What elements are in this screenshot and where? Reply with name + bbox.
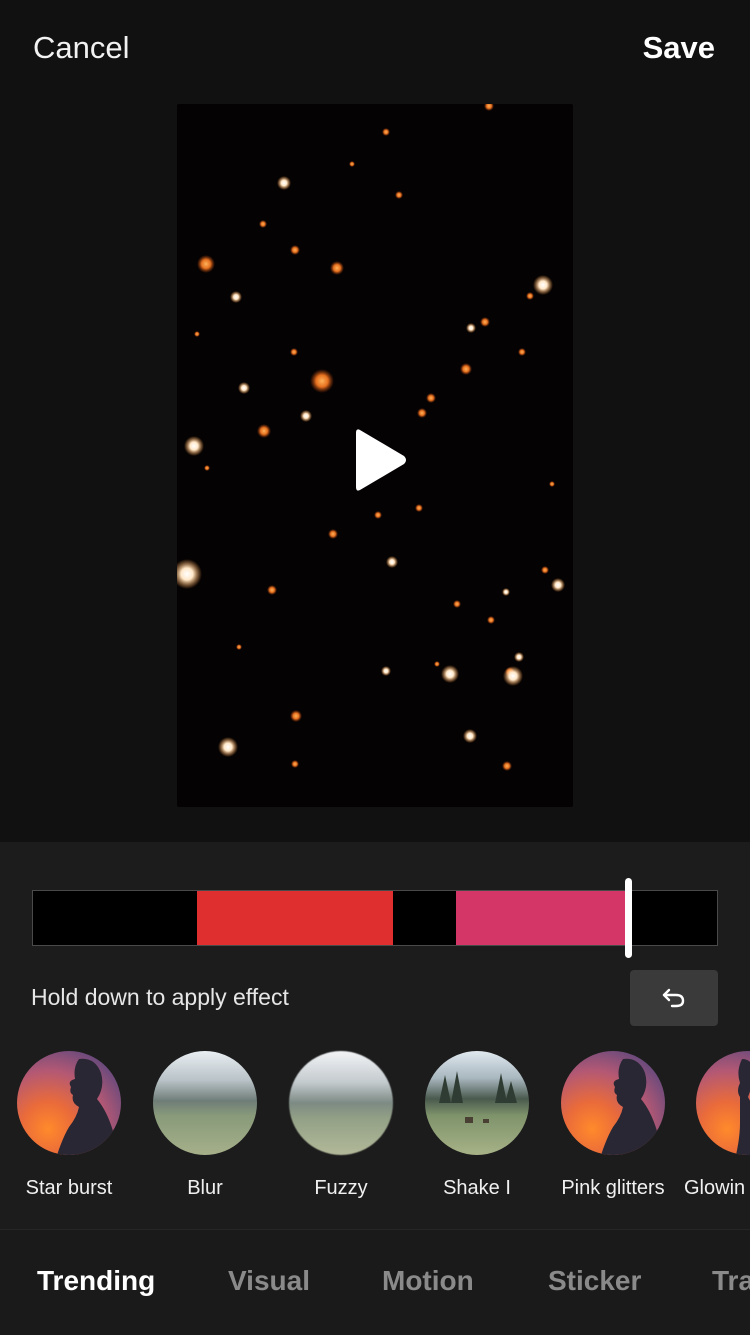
effect-thumbnail (289, 1051, 393, 1155)
undo-icon (662, 988, 685, 1008)
effect-timeline[interactable] (32, 890, 718, 946)
effect-label: Shake I (443, 1177, 511, 1199)
effect-item-blur[interactable]: Blur (137, 1050, 273, 1200)
effect-thumbnail (561, 1051, 665, 1155)
effect-item-pink-glitters[interactable]: Pink glitters (545, 1050, 681, 1200)
effect-item-shake[interactable]: Shake I (409, 1050, 545, 1200)
save-button[interactable]: Save (643, 30, 715, 66)
effect-label: Blur (187, 1177, 223, 1199)
play-icon[interactable] (338, 420, 418, 500)
effect-item-glowing[interactable]: Glowin (681, 1050, 750, 1200)
effect-thumbnail (153, 1051, 257, 1155)
effect-label: Fuzzy (314, 1177, 368, 1199)
tab-motion[interactable]: Motion (382, 1265, 474, 1297)
effect-thumbnail (696, 1051, 750, 1155)
effect-label: Glowin (684, 1177, 746, 1199)
effect-label: Star burst (25, 1177, 113, 1199)
effect-label: Pink glitters (561, 1177, 665, 1199)
timeline-playhead[interactable] (625, 878, 632, 958)
timeline-segment-red (197, 891, 393, 945)
undo-button[interactable] (630, 970, 718, 1026)
tab-trending[interactable]: Trending (37, 1265, 155, 1297)
hint-text: Hold down to apply effect (31, 984, 289, 1010)
tab-visual[interactable]: Visual (228, 1265, 310, 1297)
cancel-button[interactable]: Cancel (33, 30, 130, 66)
effect-item-fuzzy[interactable]: Fuzzy (273, 1050, 409, 1200)
tab-sticker[interactable]: Sticker (548, 1265, 641, 1297)
tab-transition[interactable]: Tra (712, 1265, 750, 1297)
effect-item-star-burst[interactable]: Star burst (1, 1050, 137, 1200)
effects-list: Star burst Blur Fuzzy Shake I Pink glitt… (0, 1050, 750, 1220)
effect-thumbnail (17, 1051, 121, 1155)
effect-thumbnail (425, 1051, 529, 1155)
timeline-segment-pink (456, 891, 626, 945)
